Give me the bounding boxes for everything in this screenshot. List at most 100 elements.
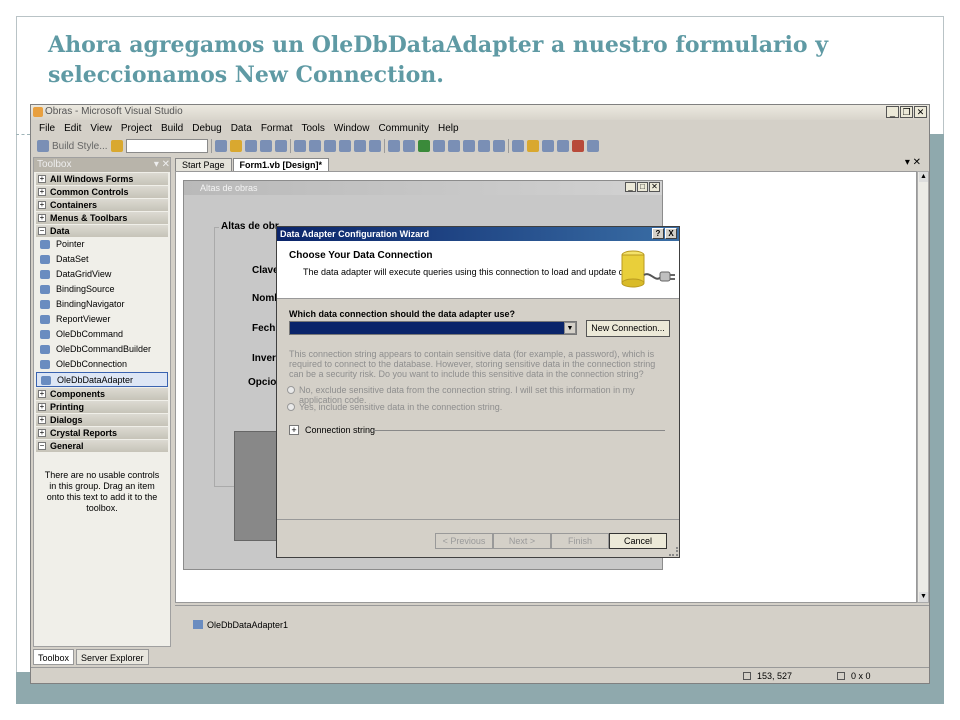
minimize-button[interactable]: _ — [886, 106, 899, 118]
finish-button[interactable]: Finish — [551, 533, 609, 549]
tab-server-explorer[interactable]: Server Explorer — [76, 649, 149, 665]
help-button[interactable]: ? — [652, 228, 664, 239]
comment-icon[interactable] — [353, 140, 366, 152]
item-label: BindingNavigator — [56, 299, 125, 309]
label-inversion[interactable]: Inver — [252, 353, 276, 364]
previous-button[interactable]: < Previous — [435, 533, 493, 549]
toolbox-category[interactable]: + Crystal Reports — [36, 427, 168, 439]
designer-scrollbar[interactable]: ▲ ▼ — [917, 171, 929, 603]
menu-edit[interactable]: Edit — [64, 121, 81, 137]
toolbox-category[interactable]: + Menus & Toolbars — [36, 212, 168, 224]
toolbox-item-bindingsource[interactable]: BindingSource — [36, 282, 168, 297]
cancel-button[interactable]: Cancel — [609, 533, 667, 549]
toolbox-category[interactable]: + Dialogs — [36, 414, 168, 426]
redo-icon[interactable] — [402, 140, 415, 152]
toolbar-combo[interactable] — [125, 139, 208, 153]
solution-explorer-icon[interactable] — [511, 140, 524, 152]
close-document-icon[interactable]: ▾ ✕ — [905, 157, 921, 168]
step-into-icon[interactable] — [462, 140, 475, 152]
toolbox-item-reportviewer[interactable]: ReportViewer — [36, 312, 168, 327]
decor-line-left — [16, 134, 30, 135]
toolbox-category[interactable]: + Common Controls — [36, 186, 168, 198]
menu-format[interactable]: Format — [261, 121, 293, 137]
radio-include-sensitive[interactable]: Yes, include sensitive data in the conne… — [287, 402, 502, 412]
toolbox-category-general[interactable]: − General — [36, 440, 168, 452]
new-connection-button[interactable]: New Connection... — [586, 320, 670, 337]
class-view-icon[interactable] — [571, 140, 584, 152]
vs-title-bar: Obras - Microsoft Visual Studio _ ❐ ✕ — [31, 105, 929, 120]
add-item-icon[interactable] — [244, 140, 257, 152]
item-label: ReportViewer — [56, 314, 111, 324]
toolbox-category-data[interactable]: − Data — [36, 225, 168, 237]
uncomment-icon[interactable] — [368, 140, 381, 152]
stop-icon[interactable] — [447, 140, 460, 152]
open-file-icon[interactable] — [229, 140, 242, 152]
menu-tools[interactable]: Tools — [302, 121, 325, 137]
toolbox-category[interactable]: + Printing — [36, 401, 168, 413]
menu-file[interactable]: File — [39, 121, 55, 137]
pause-icon[interactable] — [432, 140, 445, 152]
cut-icon[interactable] — [293, 140, 306, 152]
label-fecha[interactable]: Fech — [252, 323, 275, 334]
scroll-down-icon[interactable]: ▼ — [919, 592, 928, 602]
paste-icon[interactable] — [323, 140, 336, 152]
close-button[interactable]: ✕ — [914, 106, 927, 118]
toolbox-item-pointer[interactable]: Pointer — [36, 237, 168, 252]
copy-icon[interactable] — [308, 140, 321, 152]
menu-data[interactable]: Data — [231, 121, 252, 137]
menu-build[interactable]: Build — [161, 121, 183, 137]
menu-project[interactable]: Project — [121, 121, 152, 137]
tab-toolbox[interactable]: Toolbox — [33, 649, 75, 665]
menu-view[interactable]: View — [90, 121, 112, 137]
label-clave[interactable]: Clave — [252, 265, 279, 276]
scroll-up-icon[interactable]: ▲ — [919, 172, 928, 182]
toolbox-item-oledbconnection[interactable]: OleDbConnection — [36, 357, 168, 372]
toolbox-item-oledbdataadapter[interactable]: OleDbDataAdapter — [36, 372, 168, 387]
category-label: Data — [50, 226, 70, 236]
tray-oledbdataadapter1[interactable]: OleDbDataAdapter1 — [193, 620, 288, 630]
more-windows-icon[interactable] — [586, 140, 599, 152]
start-debug-icon[interactable] — [417, 140, 430, 152]
toolbox-item-datagridview[interactable]: DataGridView — [36, 267, 168, 282]
build-style-button[interactable]: Build Style... — [52, 141, 108, 152]
properties-icon[interactable] — [526, 140, 539, 152]
toolbox-category[interactable]: + Containers — [36, 199, 168, 211]
restore-button[interactable]: ❐ — [900, 106, 913, 118]
wizard-title: Data Adapter Configuration Wizard — [280, 229, 430, 239]
radio-circle-icon — [287, 386, 295, 394]
find-icon[interactable] — [338, 140, 351, 152]
radio-label: Yes, include sensitive data in the conne… — [299, 402, 503, 412]
expand-icon[interactable]: + — [289, 425, 299, 435]
menu-debug[interactable]: Debug — [192, 121, 221, 137]
chevron-down-icon[interactable]: ▼ — [564, 322, 576, 334]
build-icon[interactable] — [37, 140, 49, 152]
connection-string-expander[interactable]: + Connection string — [289, 425, 667, 437]
new-project-icon[interactable] — [214, 140, 227, 152]
data-connection-dropdown[interactable]: ▼ — [289, 321, 577, 335]
tab-form1-design[interactable]: Form1.vb [Design]* — [232, 158, 330, 171]
toolbox-item-dataset[interactable]: DataSet — [36, 252, 168, 267]
menu-community[interactable]: Community — [378, 121, 429, 137]
tab-start-page[interactable]: Start Page — [175, 158, 232, 171]
toolbox-category[interactable]: + All Windows Forms — [36, 173, 168, 185]
toolbox-category[interactable]: + Components — [36, 388, 168, 400]
toolbar-icon[interactable] — [110, 140, 123, 152]
form-title: Altas de obras — [200, 183, 258, 193]
step-out-icon[interactable] — [492, 140, 505, 152]
step-over-icon[interactable] — [477, 140, 490, 152]
undo-icon[interactable] — [387, 140, 400, 152]
save-all-icon[interactable] — [274, 140, 287, 152]
toolbox-item-oledbcommand[interactable]: OleDbCommand — [36, 327, 168, 342]
next-button[interactable]: Next > — [493, 533, 551, 549]
menu-help[interactable]: Help — [438, 121, 459, 137]
toolbox-item-oledbcommandbuilder[interactable]: OleDbCommandBuilder — [36, 342, 168, 357]
menu-window[interactable]: Window — [334, 121, 370, 137]
options-group-caption[interactable]: Opcio — [248, 377, 276, 388]
object-browser-icon[interactable] — [541, 140, 554, 152]
resize-grip-icon[interactable] — [669, 547, 678, 556]
toolbox-item-bindingnavigator[interactable]: BindingNavigator — [36, 297, 168, 312]
toolbox-pin-icon[interactable]: ▾ ✕ — [154, 158, 170, 172]
save-icon[interactable] — [259, 140, 272, 152]
toolbox-icon[interactable] — [556, 140, 569, 152]
wizard-close-button[interactable]: X — [665, 228, 677, 239]
